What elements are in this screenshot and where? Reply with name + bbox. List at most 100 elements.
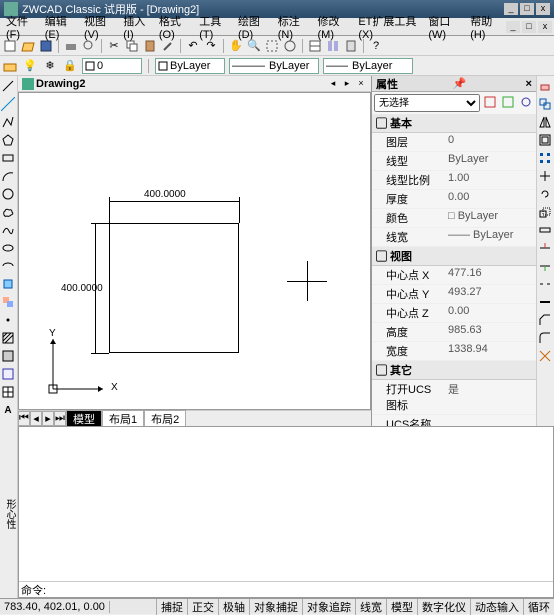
join-icon[interactable] xyxy=(537,294,553,310)
match-icon[interactable] xyxy=(160,38,176,54)
maximize-button[interactable]: □ xyxy=(520,3,534,15)
minimize-button[interactable]: _ xyxy=(504,3,518,15)
tab-last-icon[interactable]: ⏭ xyxy=(54,411,66,426)
open-icon[interactable] xyxy=(20,38,36,54)
menu-draw[interactable]: 绘图(D) xyxy=(234,13,274,41)
menu-et[interactable]: ET扩展工具(X) xyxy=(354,13,424,41)
tab-model[interactable]: 模型 xyxy=(66,410,102,428)
paste-icon[interactable] xyxy=(142,38,158,54)
table-icon[interactable] xyxy=(0,384,16,400)
command-window[interactable]: 命令: xyxy=(18,426,554,598)
props-row[interactable]: 宽度1338.94 xyxy=(372,342,536,361)
rotate-icon[interactable] xyxy=(537,186,553,202)
arc-icon[interactable] xyxy=(0,168,16,184)
point-icon[interactable] xyxy=(0,312,16,328)
menu-help[interactable]: 帮助(H) xyxy=(466,13,506,41)
cut-icon[interactable]: ✂ xyxy=(106,38,122,54)
close-button[interactable]: x xyxy=(536,3,550,15)
drawing-canvas[interactable]: 400.0000 400.0000 X Y xyxy=(18,92,371,410)
freeze-icon[interactable]: ❄ xyxy=(42,58,58,74)
menu-dimension[interactable]: 标注(N) xyxy=(274,13,314,41)
props-row[interactable]: 线型比例1.00 xyxy=(372,171,536,190)
explode-icon[interactable] xyxy=(537,348,553,364)
command-history[interactable] xyxy=(19,427,553,581)
revcloud-icon[interactable] xyxy=(0,204,16,220)
ellipse-icon[interactable] xyxy=(0,240,16,256)
spline-icon[interactable] xyxy=(0,222,16,238)
insert-block-icon[interactable] xyxy=(0,276,16,292)
polygon-icon[interactable] xyxy=(0,132,16,148)
lock-icon[interactable]: 🔒 xyxy=(62,58,78,74)
fillet-icon[interactable] xyxy=(537,330,553,346)
array-icon[interactable] xyxy=(537,150,553,166)
menu-format[interactable]: 格式(O) xyxy=(155,13,195,41)
hatch-icon[interactable] xyxy=(0,330,16,346)
tab-first-icon[interactable]: ⏮ xyxy=(18,411,30,426)
props-row[interactable]: 厚度0.00 xyxy=(372,190,536,209)
toggle-pick-icon[interactable] xyxy=(518,94,534,110)
mode-toggle[interactable]: 数字化仪 xyxy=(417,599,470,615)
tab-layout2[interactable]: 布局2 xyxy=(144,410,186,428)
doc-close-icon[interactable]: × xyxy=(355,78,367,90)
props-icon[interactable] xyxy=(307,38,323,54)
doc-nav-left-icon[interactable]: ◂ xyxy=(327,78,339,90)
break-icon[interactable] xyxy=(537,276,553,292)
new-icon[interactable] xyxy=(2,38,18,54)
rectangle-icon[interactable] xyxy=(0,150,16,166)
doc-restore-button[interactable]: □ xyxy=(522,21,536,33)
props-close-icon[interactable]: × xyxy=(526,78,532,90)
circle-icon[interactable] xyxy=(0,186,16,202)
props-section[interactable]: ▢ 其它 xyxy=(372,361,536,380)
zoom-prev-icon[interactable] xyxy=(282,38,298,54)
menu-file[interactable]: 文件(F) xyxy=(2,13,41,41)
region-icon[interactable] xyxy=(0,366,16,382)
mode-toggle[interactable]: 捕捉 xyxy=(156,599,187,615)
pan-icon[interactable]: ✋ xyxy=(228,38,244,54)
props-row[interactable]: 线宽—— ByLayer xyxy=(372,228,536,247)
preview-icon[interactable] xyxy=(81,38,97,54)
menu-edit[interactable]: 编辑(E) xyxy=(41,13,80,41)
redo-icon[interactable]: ↷ xyxy=(203,38,219,54)
doc-tab-name[interactable]: Drawing2 xyxy=(36,78,86,90)
scale-icon[interactable] xyxy=(537,204,553,220)
layer-combo[interactable]: 0 xyxy=(82,58,142,74)
color-combo[interactable]: ByLayer xyxy=(155,58,225,74)
linetype-combo[interactable]: ———ByLayer xyxy=(229,58,319,74)
command-input[interactable] xyxy=(46,584,551,595)
copy-icon[interactable] xyxy=(124,38,140,54)
stretch-icon[interactable] xyxy=(537,222,553,238)
quick-select-icon[interactable] xyxy=(482,94,498,110)
design-center-icon[interactable] xyxy=(325,38,341,54)
props-pin-icon[interactable]: 📌 xyxy=(453,77,467,90)
zoom-window-icon[interactable] xyxy=(264,38,280,54)
props-section[interactable]: ▢ 基本 xyxy=(372,114,536,133)
zoom-icon[interactable]: 🔍 xyxy=(246,38,262,54)
mode-toggle[interactable]: 模型 xyxy=(386,599,417,615)
mode-toggle[interactable]: 动态输入 xyxy=(470,599,523,615)
tool-palette-icon[interactable] xyxy=(343,38,359,54)
trim-icon[interactable] xyxy=(537,240,553,256)
mirror-icon[interactable] xyxy=(537,114,553,130)
polyline-icon[interactable] xyxy=(0,114,16,130)
mode-toggle[interactable]: 对象追踪 xyxy=(302,599,355,615)
doc-nav-right-icon[interactable]: ▸ xyxy=(341,78,353,90)
offset-icon[interactable] xyxy=(537,132,553,148)
props-section[interactable]: ▢ 视图 xyxy=(372,247,536,266)
menu-view[interactable]: 视图(V) xyxy=(80,13,119,41)
mode-toggle[interactable]: 正交 xyxy=(187,599,218,615)
xline-icon[interactable] xyxy=(0,96,16,112)
menu-modify[interactable]: 修改(M) xyxy=(314,13,355,41)
menu-tools[interactable]: 工具(T) xyxy=(195,13,234,41)
coord-readout[interactable]: 783.40, 402.01, 0.00 xyxy=(0,601,110,613)
props-row[interactable]: 打开UCS图标是 xyxy=(372,380,536,415)
make-block-icon[interactable] xyxy=(0,294,16,310)
help-icon[interactable]: ? xyxy=(368,38,384,54)
props-row[interactable]: 中心点 Y493.27 xyxy=(372,285,536,304)
doc-minimize-button[interactable]: _ xyxy=(506,21,520,33)
print-icon[interactable] xyxy=(63,38,79,54)
mtext-icon[interactable]: A xyxy=(0,402,16,418)
copy-obj-icon[interactable] xyxy=(537,96,553,112)
gradient-icon[interactable] xyxy=(0,348,16,364)
lineweight-combo[interactable]: ——ByLayer xyxy=(323,58,413,74)
menu-insert[interactable]: 插入(I) xyxy=(119,13,155,41)
